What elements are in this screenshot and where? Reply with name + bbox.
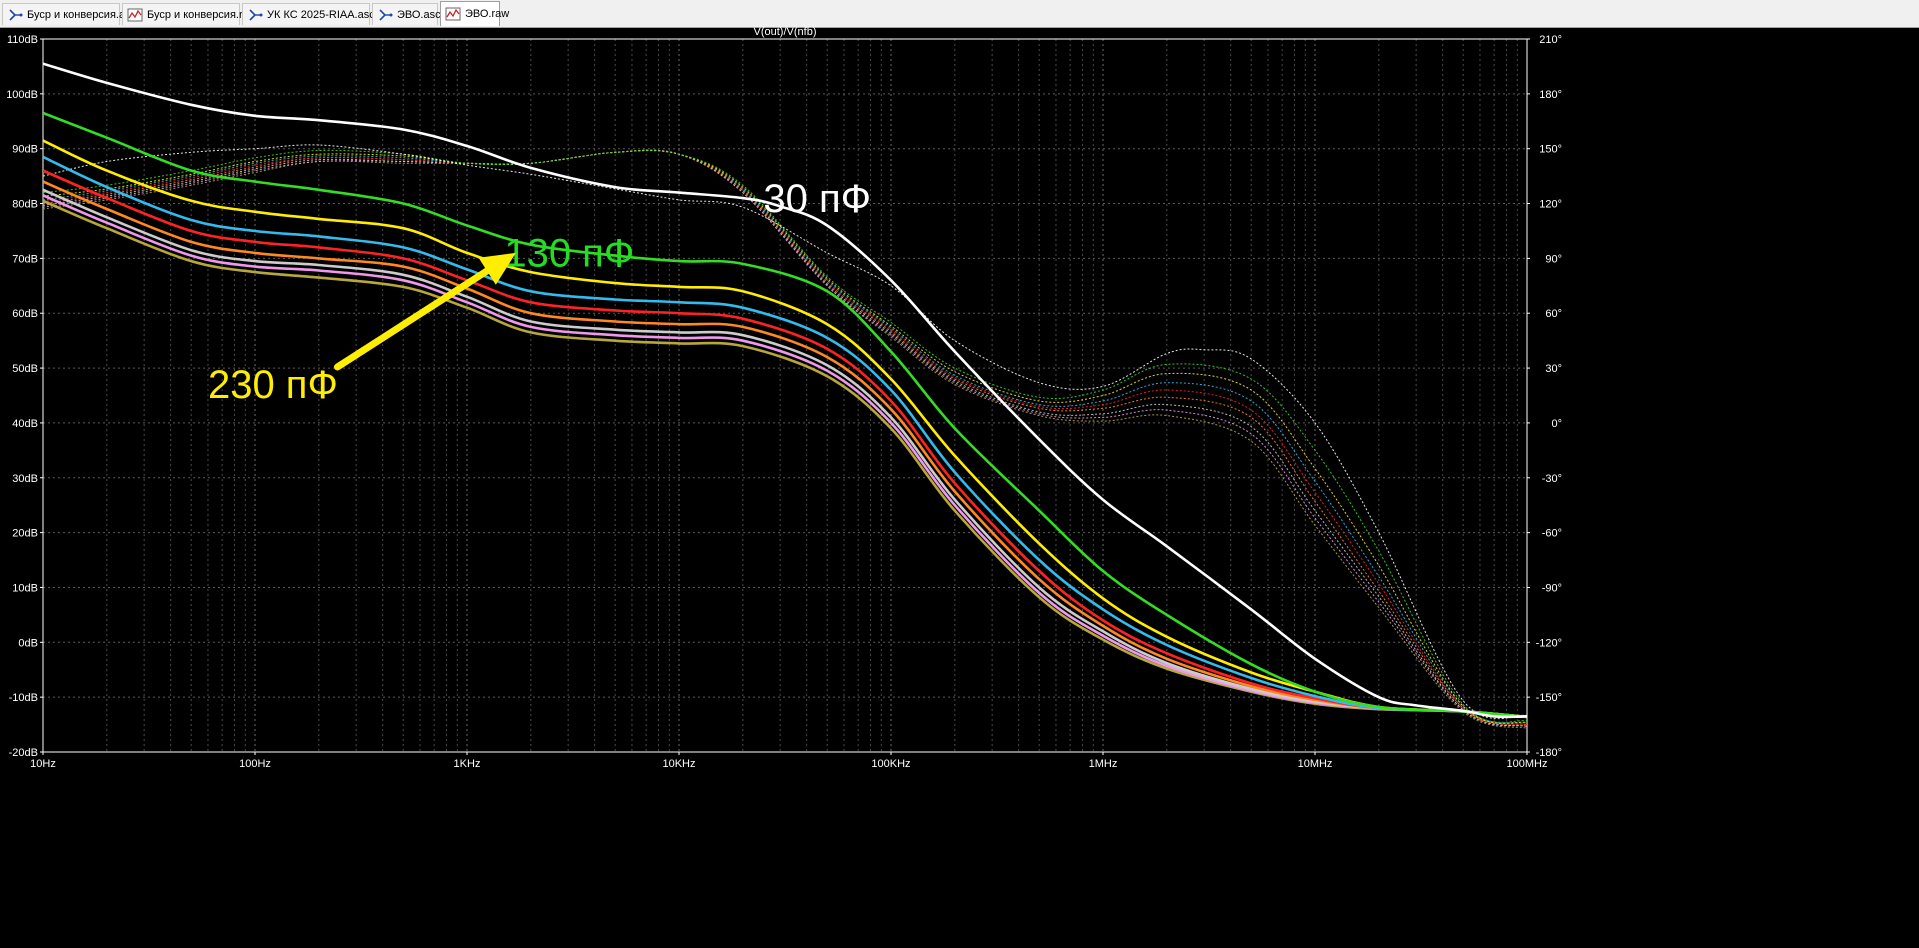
y2-tick-label: 30° [1545,363,1562,375]
y2-tick-label: -150° [1536,692,1562,704]
x-tick-label: 1MHz [1089,758,1118,770]
annotation-130pf: 130 пФ [504,232,634,276]
bode-plot[interactable]: V(out)/V(nfb)-20dB-10dB0dB10dB20dB30dB40… [0,27,1919,948]
x-tick-label: 100Hz [239,758,271,770]
x-tick-label: 10KHz [662,758,695,770]
y-tick-label: 20dB [12,528,38,540]
tab-label: УК КС 2025-RIAA.asc [267,8,375,21]
waveform-icon [127,8,143,22]
y2-tick-label: -120° [1536,637,1562,649]
tab-label: Бусp и конвеpсия.asc [27,8,137,21]
phase-curve [43,149,1527,726]
tab-3[interactable]: УК КС 2025-RIAA.asc [242,3,375,25]
tab-label: ЭВО.raw [465,8,510,20]
y2-tick-label: 0° [1551,418,1562,430]
document-tab-bar: Бусp и конвеpсия.asc Бусp и конвеpсия.raw… [0,0,1919,28]
gain-curve [43,139,1527,719]
x-tick-label: 100MHz [1507,758,1548,770]
y2-tick-label: 60° [1545,308,1562,320]
tab-2[interactable]: Бусp и конвеpсия.raw [122,3,257,25]
y-tick-label: 60dB [12,308,38,320]
x-tick-label: 10MHz [1298,758,1333,770]
tab-label: Бусp и конвеpсия.raw [147,8,257,21]
y-tick-label: 40dB [12,418,38,430]
tab-5[interactable]: ЭВО.raw [440,1,509,26]
schematic-icon [247,8,263,22]
y-tick-label: 90dB [12,144,38,156]
y-tick-label: 100dB [6,89,38,101]
gain-curve [43,155,1527,719]
y-tick-label: -10dB [9,692,38,704]
tab-1[interactable]: Бусp и конвеpсия.asc [2,3,136,25]
gain-curve [43,199,1527,719]
y-tick-label: 0dB [18,637,38,649]
tab-label: ЭВО.asc [397,8,441,21]
y2-tick-label: 150° [1539,144,1562,156]
schematic-icon [377,8,393,22]
y-tick-label: 80dB [12,199,38,211]
y2-tick-label: 210° [1539,34,1562,46]
schematic-icon [7,8,23,22]
chart-title: V(out)/V(nfb) [754,27,817,38]
y2-tick-label: 90° [1545,253,1562,265]
gain-curve [43,169,1527,719]
y2-tick-label: 180° [1539,89,1562,101]
y-tick-label: 10dB [12,582,38,594]
y-tick-label: 50dB [12,363,38,375]
y2-tick-label: -90° [1542,582,1562,594]
annotation-30pf: 30 пФ [763,177,871,221]
x-tick-label: 1KHz [454,758,481,770]
y-tick-label: 110dB [7,34,38,46]
annotation-230pf: 230 пФ [208,363,338,407]
y-tick-label: 30dB [12,473,38,485]
phase-curve [43,149,1527,727]
x-tick-label: 100KHz [871,758,910,770]
y-tick-label: 70dB [12,253,38,265]
tab-4[interactable]: ЭВО.asc [372,3,441,25]
y2-tick-label: -60° [1542,528,1562,540]
waveform-icon [445,7,461,21]
x-tick-label: 10Hz [30,758,56,770]
y2-tick-label: -30° [1542,473,1562,485]
y2-tick-label: 120° [1539,199,1562,211]
